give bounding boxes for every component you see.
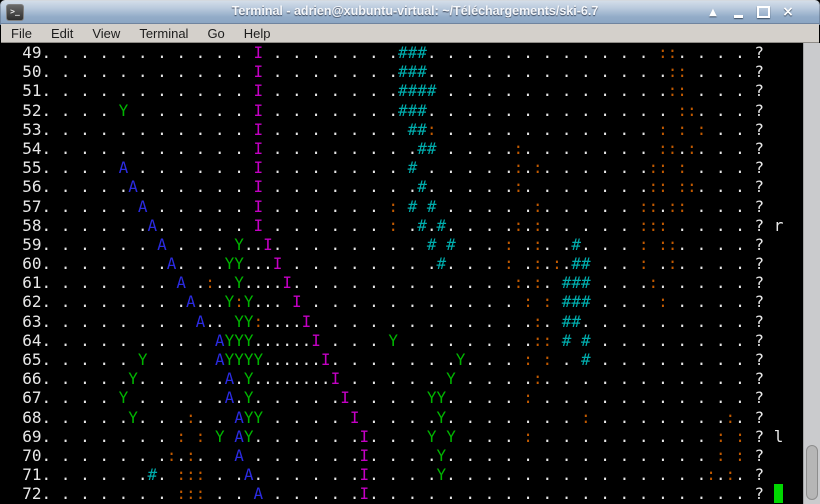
terminal-row-60: 60. . . . . . .A. . .YY...I . . . . . . … [3, 254, 784, 274]
close-icon: × [782, 4, 794, 20]
terminal-row-54: 54. . . . . . . . . . . I . . . . . . . … [3, 138, 784, 158]
terminal-row-57: 57. . . . . A . . . . . I . . . . . . : … [3, 196, 784, 216]
terminal-app-icon[interactable]: >_ [6, 4, 24, 21]
menu-item-file[interactable]: File [11, 26, 32, 41]
terminal-row-66: 66. . . . .Y. . . . .A.Y........I . . . … [3, 369, 784, 389]
shade-button[interactable]: ▲ [705, 4, 721, 21]
menu-item-edit[interactable]: Edit [51, 26, 73, 41]
terminal-row-55: 55. . . . A . . . . . . I . . . . . . . … [3, 158, 784, 178]
terminal-row-64: 64. . . . . . . . . AYYY......I . . . Y … [3, 330, 784, 350]
terminal-row-63: 63. . . . . . . . A.. YY:....I. . . . . … [3, 311, 784, 331]
terminal-row-59: 59. . . . . . A . . . Y..I. . . . . . . … [3, 234, 784, 254]
terminal-row-50: 50. . . . . . . . . . . I . . . . . . .#… [3, 62, 784, 82]
terminal-cursor [773, 484, 784, 504]
terminal-row-72: 72. . . . . . . ::: . . A . . . . .I. . … [3, 484, 784, 504]
menu-item-help[interactable]: Help [244, 26, 271, 41]
terminal-row-67: 67. . . . Y . . . . .A.Y. . . . .I. . . … [3, 388, 784, 408]
scrollbar-thumb[interactable] [806, 445, 818, 500]
terminal-row-68: 68. . . . .Y. . .:. . AYY . . . . I . . … [3, 407, 784, 427]
titlebar[interactable]: >_ Terminal - adrien@xubuntu-virtual: ~/… [0, 0, 820, 25]
terminal-row-65: 65. . . . . Y . . . AYYYY......I. . . . … [3, 350, 784, 369]
terminal-row-56: 56. . . . .A. . . . . . I . . . . . . . … [3, 177, 784, 197]
window-title: Terminal - adrien@xubuntu-virtual: ~/Tél… [231, 4, 599, 18]
terminal-window: >_ Terminal - adrien@xubuntu-virtual: ~/… [0, 0, 820, 504]
terminal-row-61: 61. . . . . . . A .:..Y....I. . . . . . … [3, 273, 784, 293]
terminal-row-52: 52. . . . Y . . . . . . I . . . . . . .#… [3, 100, 784, 120]
terminal-row-51: 51. . . . . . . . . . . I . . . . . . .#… [3, 81, 784, 101]
window-buttons: ▲ × [705, 0, 796, 24]
terminal-screen[interactable]: 49. . . . . . . . . . . I . . . . . . .#… [1, 43, 804, 504]
close-button[interactable]: × [780, 4, 796, 21]
terminal-row-49: 49. . . . . . . . . . . I . . . . . . .#… [3, 43, 784, 62]
terminal-row-70: 70. . . . . . .:.:. . A . . . . . .I. . … [3, 445, 784, 465]
menu-item-go[interactable]: Go [207, 26, 224, 41]
scrollbar[interactable] [803, 43, 820, 504]
menubar: File Edit View Terminal Go Help [1, 24, 819, 43]
minimize-icon [733, 14, 743, 18]
menu-item-view[interactable]: View [92, 26, 120, 41]
maximize-icon [756, 6, 770, 18]
shade-up-arrow-icon: ▲ [709, 6, 717, 18]
terminal-row-69: 69. . . . . . . : : Y AY. . . . . .I. . … [3, 426, 784, 446]
minimize-button[interactable] [730, 4, 746, 21]
terminal-row-58: 58. . . . . .A. . . . . I . . . . . . : … [3, 215, 784, 235]
menu-item-terminal[interactable]: Terminal [139, 26, 188, 41]
terminal-row-53: 53. . . . . . . . . . . I . . . . . . . … [3, 119, 784, 139]
terminal-rows: 49. . . . . . . . . . . I . . . . . . .#… [3, 43, 783, 504]
terminal-row-71: 71. . . . . .#. ::: . .A. . . . . .I. . … [3, 465, 784, 485]
maximize-button[interactable] [755, 4, 771, 21]
terminal-row-62: 62. . . . . . . .A...Y:Y... I . . . . . … [3, 292, 784, 312]
